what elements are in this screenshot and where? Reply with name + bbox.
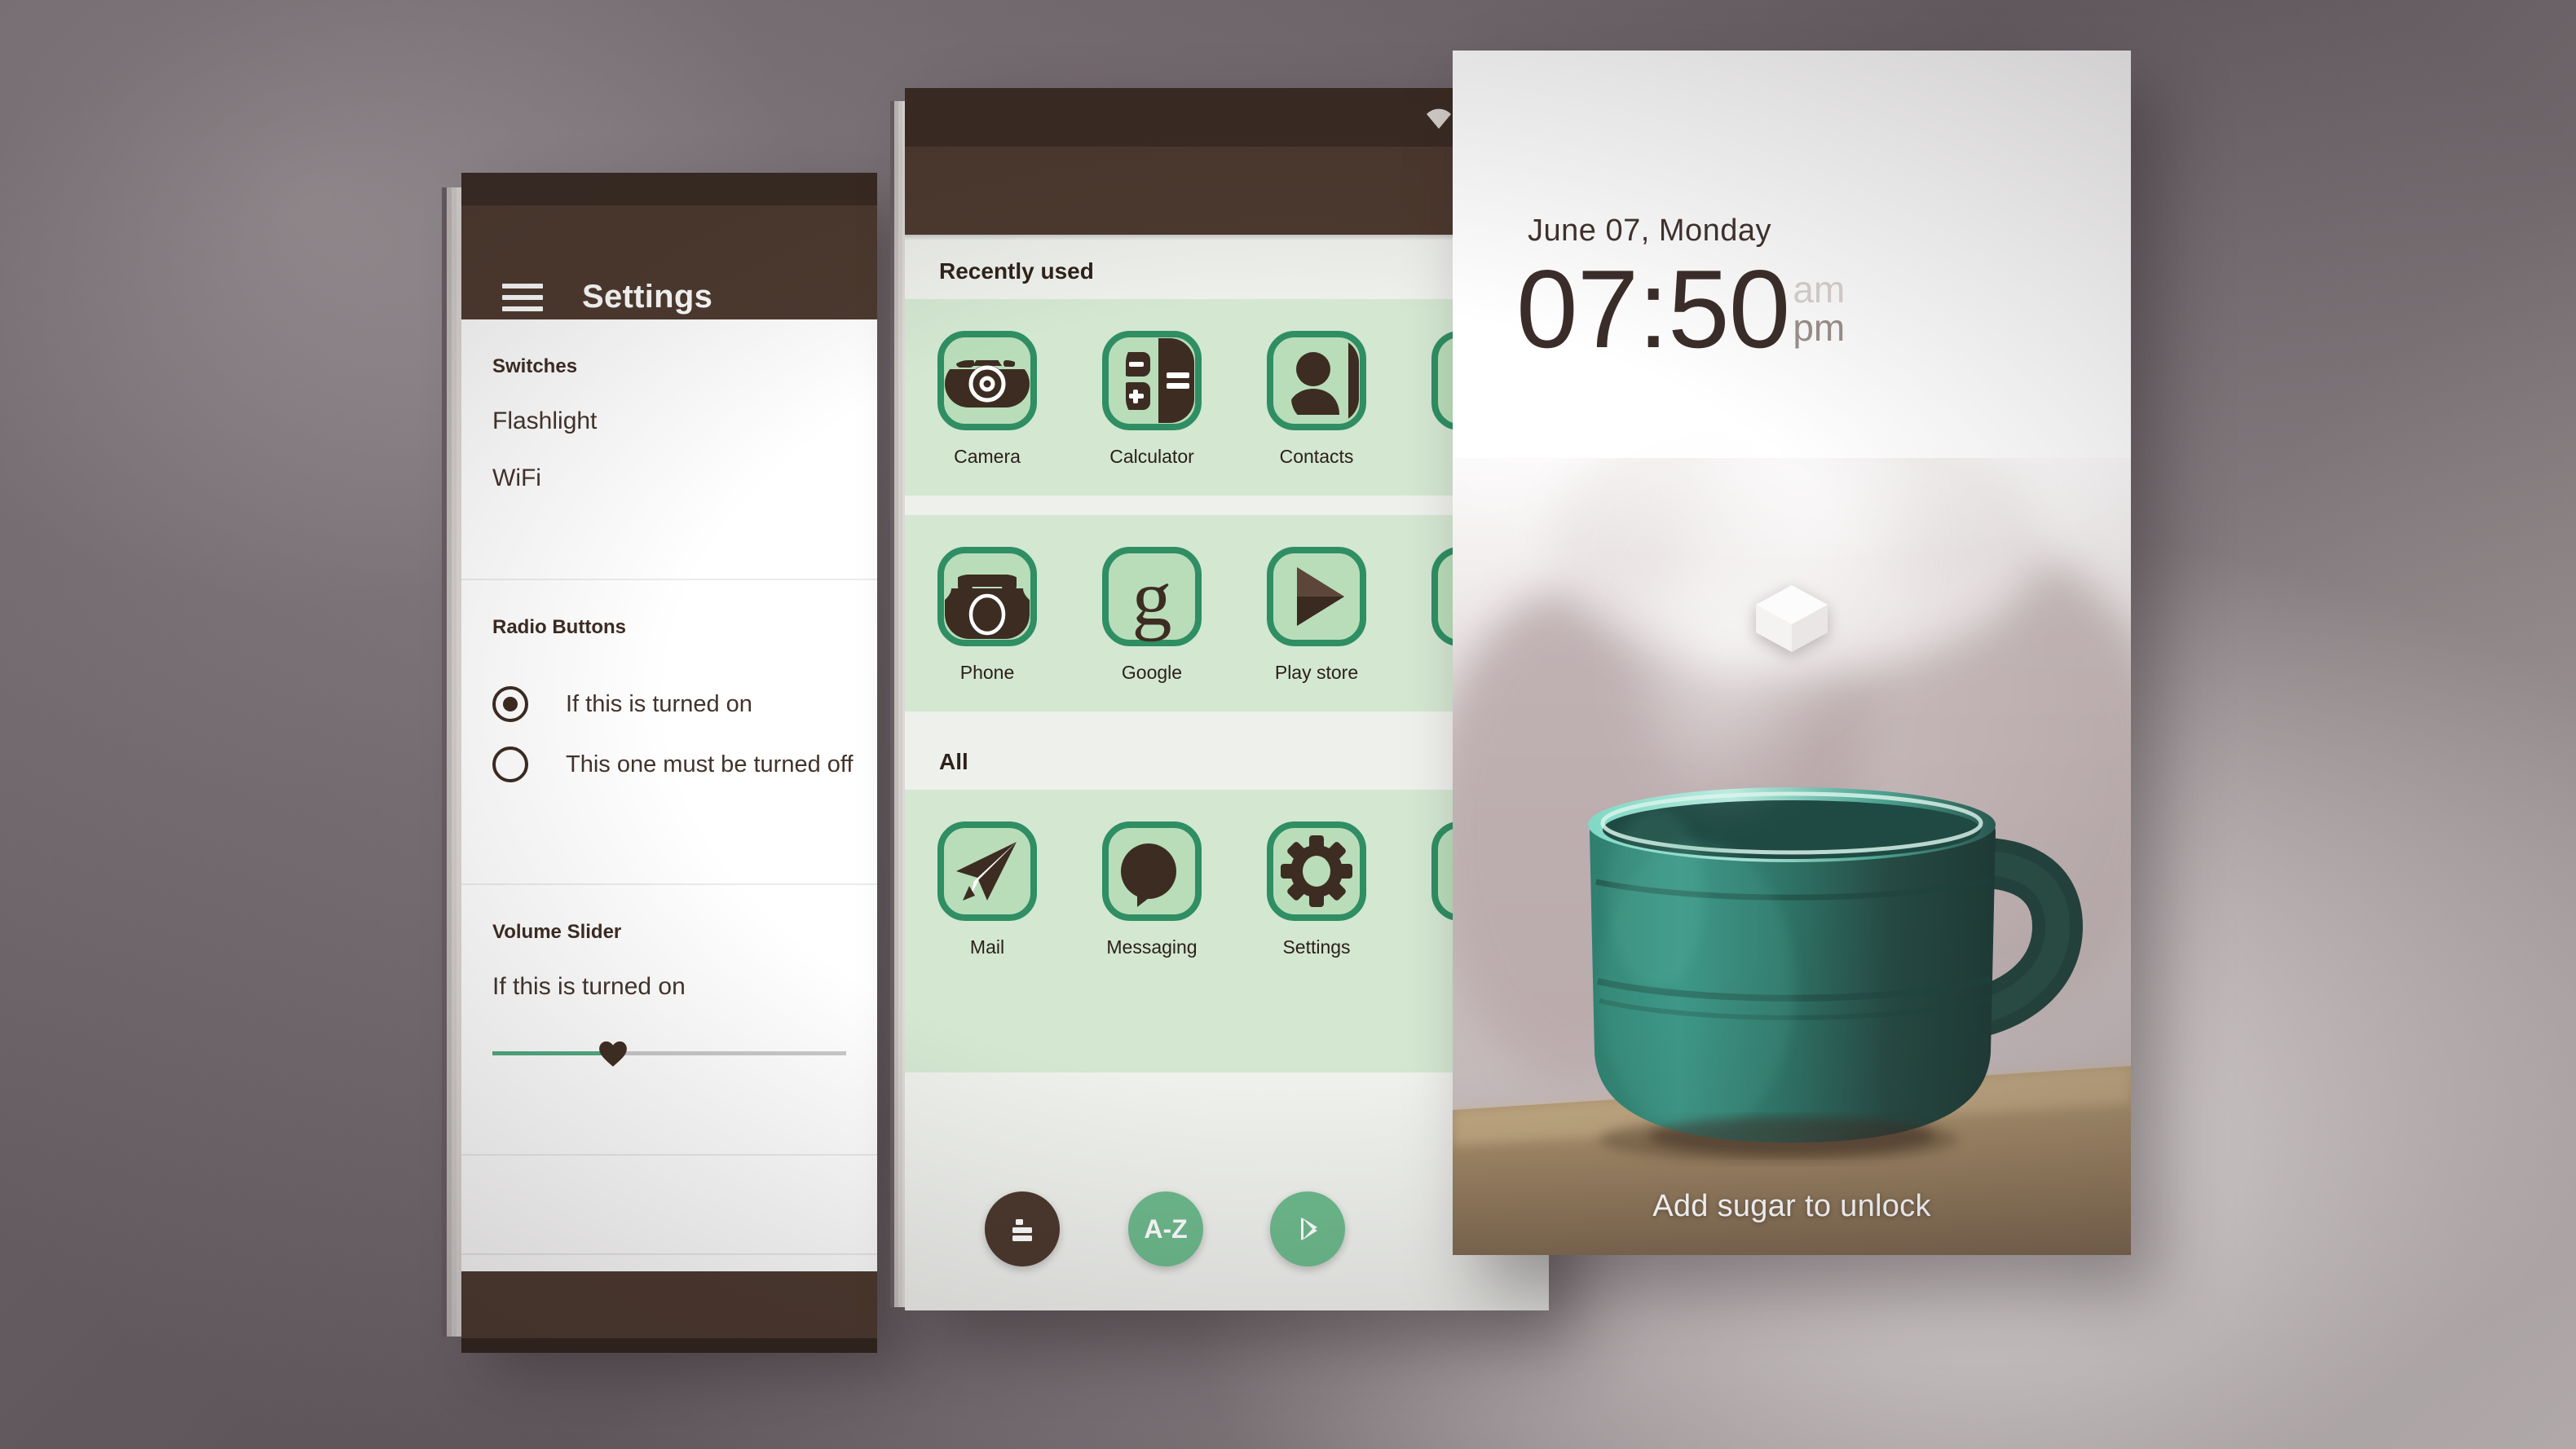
screenshot-stage: Settings Switches Flashlight WiFi Radio …	[0, 0, 2576, 1449]
screen-vignette	[0, 0, 2576, 1449]
